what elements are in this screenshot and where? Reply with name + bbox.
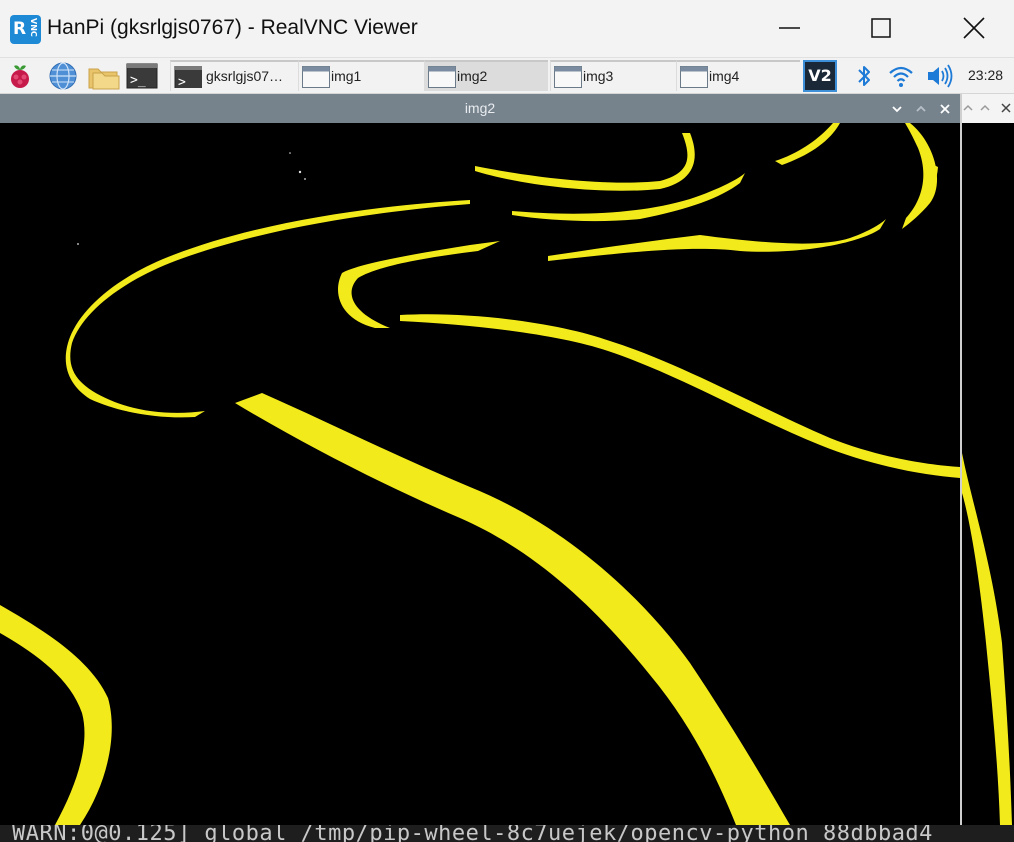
- taskbar-item-label: img3: [583, 68, 614, 84]
- taskbar-item-terminal[interactable]: >_ gksrlgjs07…: [170, 60, 298, 91]
- taskbar-item-img2[interactable]: img2: [424, 60, 548, 91]
- taskbar-item-label: gksrlgjs07…: [206, 68, 284, 84]
- desktop-taskbar: >_ >_ gksrlgjs07… img1 img2 img3 img4 V2…: [0, 58, 1014, 94]
- image-close-button[interactable]: [938, 101, 952, 115]
- image-window-title: img2: [464, 100, 496, 116]
- lane-mask-image: [0, 123, 960, 825]
- noise-speck: [298, 170, 302, 174]
- bluetooth-icon[interactable]: [850, 62, 878, 90]
- close-button[interactable]: [951, 6, 997, 52]
- close-icon: [940, 104, 950, 114]
- svg-text:>_: >_: [130, 73, 146, 88]
- logo-letter: R: [13, 19, 27, 39]
- noise-speck: [289, 152, 291, 154]
- minimize-icon: [779, 27, 800, 29]
- title-bar[interactable]: R VNC HanPi (gksrlgjs0767) - RealVNC Vie…: [0, 0, 1014, 58]
- svg-text:>_: >_: [178, 75, 194, 88]
- vnc-tray-label: V2: [808, 66, 832, 85]
- terminal-output: WARN:0@0.125] global /tmp/pip-wheel-8c7u…: [0, 825, 1014, 842]
- file-manager-icon[interactable]: [87, 61, 120, 91]
- chevron-down-icon: [892, 106, 902, 113]
- image-window[interactable]: img2: [0, 94, 960, 825]
- terminal-icon: >_: [174, 66, 202, 88]
- taskbar-item-img3[interactable]: img3: [550, 60, 676, 91]
- logo-small-text: VNC: [29, 18, 38, 37]
- background-window[interactable]: [960, 94, 1014, 825]
- minimize-button[interactable]: [766, 6, 812, 52]
- background-window-titlebar[interactable]: [962, 94, 1014, 123]
- web-browser-icon[interactable]: [48, 61, 78, 91]
- window-icon: [302, 66, 330, 88]
- terminal-icon[interactable]: >_: [126, 61, 158, 91]
- taskbar-item-label: img4: [709, 68, 740, 84]
- image-minimize-button[interactable]: [890, 101, 904, 115]
- taskbar-item-img1[interactable]: img1: [298, 60, 424, 91]
- taskbar-item-label: img1: [331, 68, 362, 84]
- noise-speck: [304, 178, 306, 180]
- image-window-titlebar[interactable]: img2: [0, 94, 960, 123]
- realvnc-logo-icon: R VNC: [10, 15, 41, 44]
- window-title: HanPi (gksrlgjs0767) - RealVNC Viewer: [47, 16, 418, 39]
- taskbar-item-label: img2: [457, 68, 488, 84]
- background-window-content: [962, 123, 1014, 825]
- window-controls-icon: [963, 103, 1011, 113]
- maximize-button[interactable]: [858, 6, 904, 52]
- window-icon: [680, 66, 708, 88]
- lane-mask-drawing: [0, 123, 960, 825]
- chevron-up-icon: [916, 105, 926, 112]
- image-maximize-button[interactable]: [914, 101, 928, 115]
- vnc-server-tray-icon[interactable]: V2: [803, 60, 837, 92]
- maximize-icon: [871, 18, 891, 38]
- clock[interactable]: 23:28: [968, 67, 1003, 83]
- wifi-icon[interactable]: [887, 62, 915, 90]
- close-icon: [963, 17, 985, 39]
- window-icon: [428, 66, 456, 88]
- volume-icon[interactable]: [925, 62, 953, 90]
- taskbar-item-img4[interactable]: img4: [676, 60, 800, 91]
- window-icon: [554, 66, 582, 88]
- raspberry-menu-icon[interactable]: [5, 61, 35, 91]
- terminal-warning-line: WARN:0@0.125] global /tmp/pip-wheel-8c7u…: [12, 825, 933, 842]
- noise-speck: [77, 243, 79, 245]
